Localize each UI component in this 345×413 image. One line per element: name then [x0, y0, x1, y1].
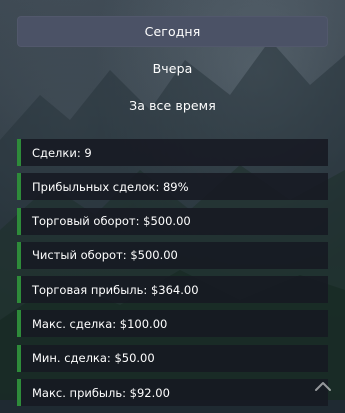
stat-max-deal: Макс. сделка: $100.00	[17, 310, 328, 338]
tab-today[interactable]: Сегодня	[17, 16, 328, 47]
chevron-up-icon[interactable]	[313, 378, 333, 392]
stat-max-profit: Макс. прибыль: $92.00	[17, 379, 328, 407]
stats-list: Сделки: 9 Прибыльных сделок: 89% Торговы…	[17, 139, 328, 413]
stat-trading-profit: Торговая прибыль: $364.00	[17, 276, 328, 304]
period-tabs: Сегодня Вчера За все время	[17, 16, 328, 127]
stat-trading-turnover: Торговый оборот: $500.00	[17, 207, 328, 235]
statistics-panel: Сегодня Вчера За все время Сделки: 9 При…	[0, 0, 345, 407]
stat-min-deal: Мин. сделка: $50.00	[17, 344, 328, 372]
stat-net-turnover: Чистый оборот: $500.00	[17, 241, 328, 269]
tab-all-time[interactable]: За все время	[17, 90, 328, 121]
stat-profitable-deals: Прибыльных сделок: 89%	[17, 173, 328, 201]
stat-deals: Сделки: 9	[17, 139, 328, 166]
tab-yesterday[interactable]: Вчера	[17, 53, 328, 84]
